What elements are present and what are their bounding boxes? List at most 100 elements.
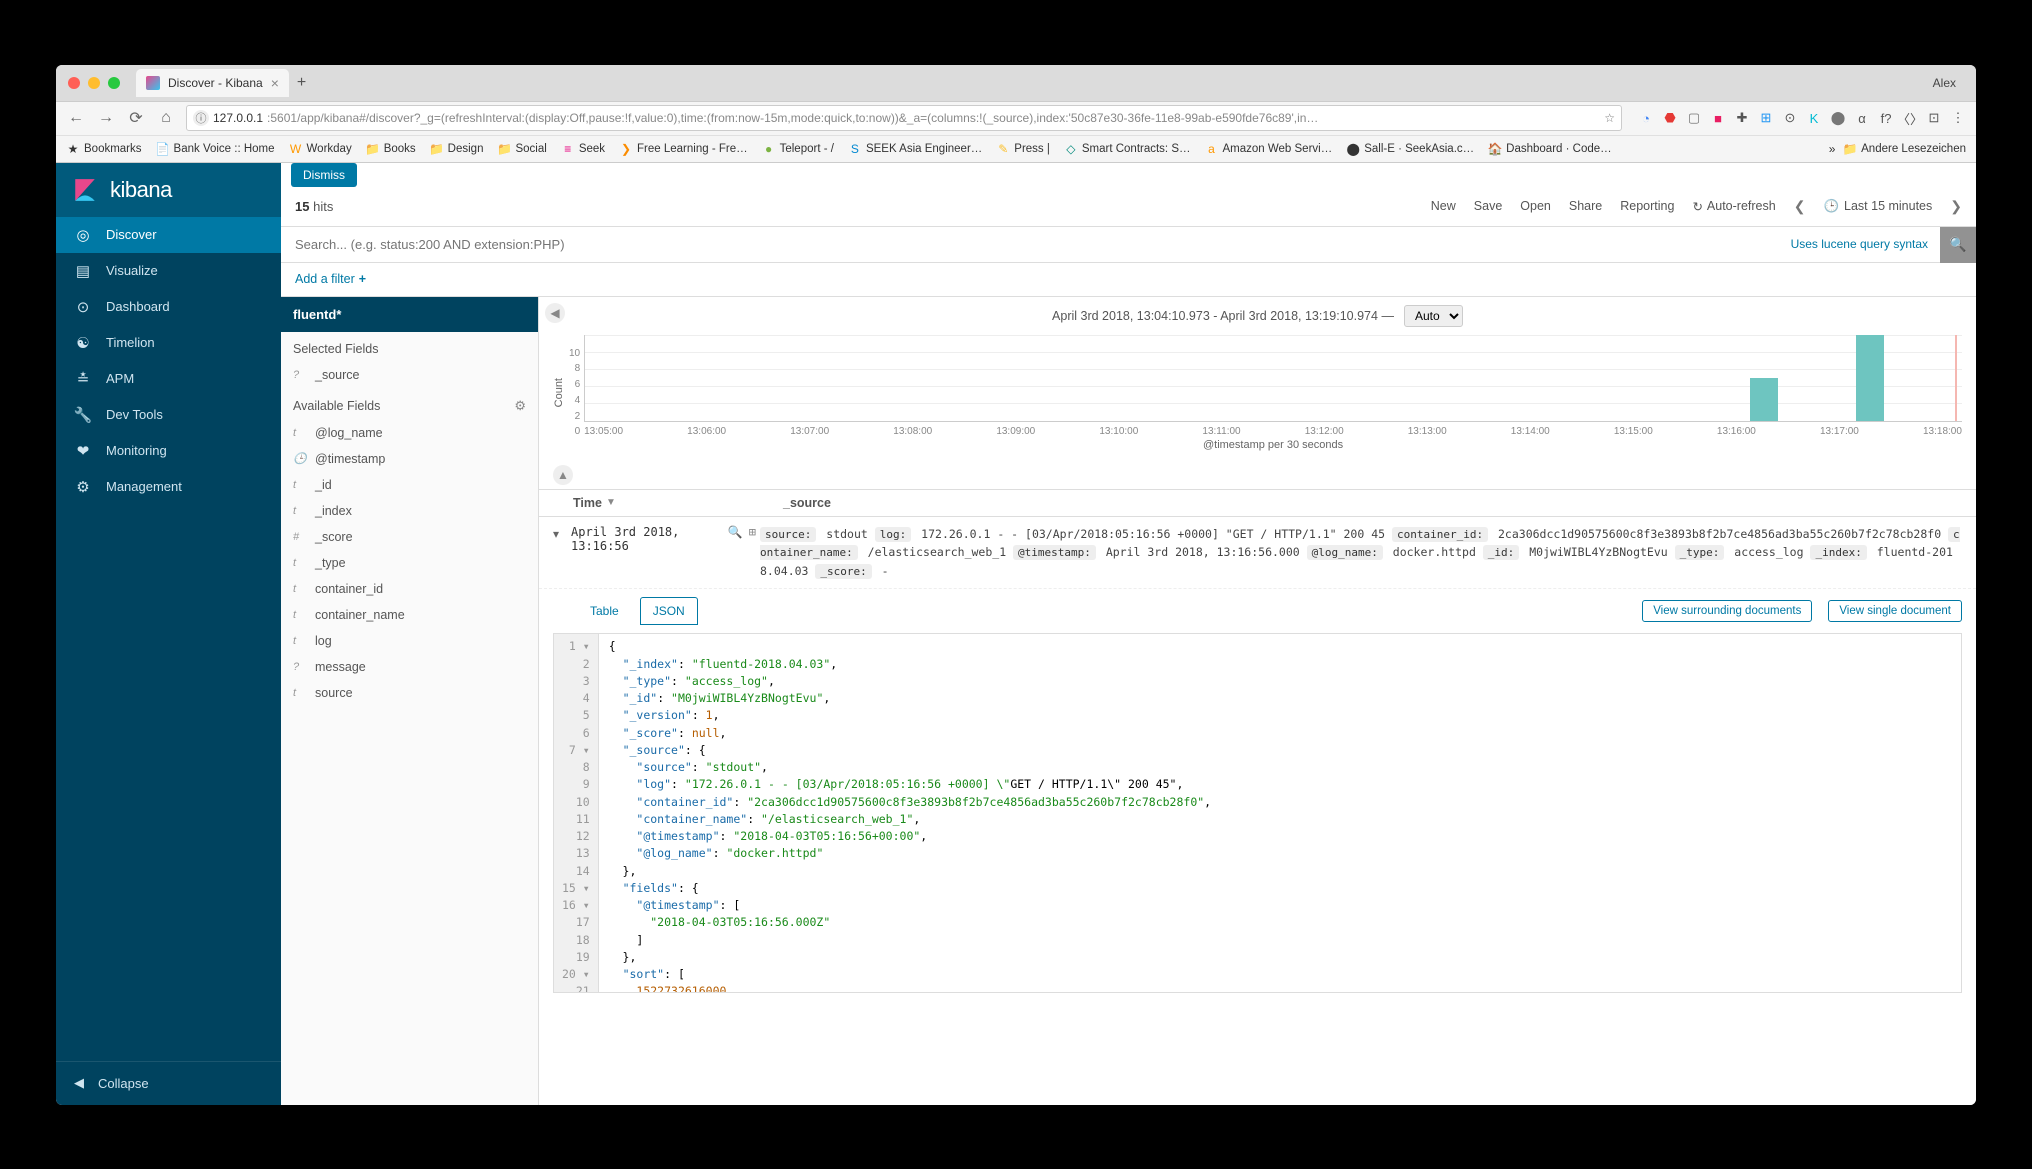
- next-range-icon[interactable]: ❯: [1950, 198, 1962, 215]
- field-item[interactable]: t_type: [281, 550, 538, 576]
- bookmark-item[interactable]: SSEEK Asia Engineer…: [848, 142, 982, 156]
- index-pattern-selector[interactable]: fluentd*: [281, 297, 538, 332]
- gear-icon[interactable]: ⚙: [514, 398, 526, 414]
- time-range[interactable]: 🕒Last 15 minutes: [1823, 199, 1932, 214]
- lucene-syntax-link[interactable]: Uses lucene query syntax: [1779, 227, 1940, 263]
- bookmark-item[interactable]: ≡Seek: [561, 142, 605, 156]
- collapse-fields-icon[interactable]: ◀: [545, 303, 565, 323]
- zoom-icon[interactable]: 🔍: [728, 525, 743, 539]
- heart-icon: ❤: [74, 442, 92, 460]
- tab-json[interactable]: JSON: [640, 597, 698, 625]
- bookmark-item[interactable]: ⬤Sall-E · SeekAsia.c…: [1346, 142, 1474, 156]
- maximize-window-icon[interactable]: [108, 77, 120, 89]
- col-header-time[interactable]: Time: [573, 496, 602, 510]
- collapse-sidebar[interactable]: ◀Collapse: [56, 1061, 281, 1105]
- sidebar-item-discover[interactable]: ◎Discover: [56, 217, 281, 253]
- dismiss-button[interactable]: Dismiss: [291, 163, 357, 187]
- address-bar[interactable]: ⓘ 127.0.0.1 :5601/app/kibana#/discover?_…: [186, 105, 1622, 131]
- bookmark-item[interactable]: ✎Press |: [996, 142, 1050, 156]
- profile-name[interactable]: Alex: [1933, 76, 1968, 90]
- action-reporting[interactable]: Reporting: [1620, 199, 1674, 213]
- sort-desc-icon[interactable]: ▼: [606, 497, 616, 508]
- timelion-icon: ☯: [74, 334, 92, 352]
- minimize-window-icon[interactable]: [88, 77, 100, 89]
- search-input[interactable]: [281, 227, 1779, 263]
- row-toggle-icon[interactable]: ▾: [553, 525, 567, 541]
- bookmark-item[interactable]: ●Teleport - /: [762, 142, 834, 156]
- row-source: source: stdout log: 172.26.0.1 - - [03/A…: [760, 525, 1962, 581]
- auto-refresh[interactable]: ↻Auto-refresh: [1692, 199, 1775, 214]
- histogram-chart[interactable]: Count 10 8 6 4 2 0: [539, 331, 1976, 461]
- bookmark-item[interactable]: 🏠Dashboard · Code…: [1488, 142, 1611, 156]
- action-save[interactable]: Save: [1474, 199, 1503, 213]
- bookmark-item[interactable]: 📄Bank Voice :: Home: [156, 142, 275, 156]
- sidebar-item-devtools[interactable]: 🔧Dev Tools: [56, 397, 281, 433]
- sidebar-item-dashboard[interactable]: ⊙Dashboard: [56, 289, 281, 325]
- field-item[interactable]: tcontainer_id: [281, 576, 538, 602]
- bookmark-item[interactable]: WWorkday: [289, 142, 352, 156]
- clock-icon: 🕒: [1823, 199, 1839, 214]
- url-host: 127.0.0.1: [213, 111, 263, 125]
- sidebar-item-visualize[interactable]: ▤Visualize: [56, 253, 281, 289]
- field-item[interactable]: t@log_name: [281, 420, 538, 446]
- site-info-icon[interactable]: ⓘ: [193, 110, 209, 126]
- x-axis-label: @timestamp per 30 seconds: [584, 439, 1962, 451]
- field-item[interactable]: t_index: [281, 498, 538, 524]
- bookmark-item[interactable]: ★Bookmarks: [66, 142, 142, 156]
- collapse-chart-icon[interactable]: ▲: [553, 465, 573, 485]
- wrench-icon: 🔧: [74, 406, 92, 424]
- back-icon[interactable]: ←: [66, 109, 86, 127]
- sidebar-item-management[interactable]: ⚙Management: [56, 469, 281, 505]
- field-item[interactable]: tsource: [281, 680, 538, 706]
- prev-range-icon[interactable]: ❮: [1794, 198, 1806, 215]
- kibana-logo[interactable]: kibana: [56, 163, 281, 217]
- table-row: ▾ April 3rd 2018, 13:16:56 🔍 ⊞ source: s…: [539, 517, 1976, 590]
- forward-icon[interactable]: →: [96, 109, 116, 127]
- bookmark-item[interactable]: aAmazon Web Servi…: [1205, 142, 1333, 156]
- bookmark-star-icon[interactable]: ☆: [1604, 111, 1615, 125]
- hits-count: 15 hits: [295, 199, 333, 214]
- col-header-source[interactable]: _source: [783, 496, 1962, 510]
- url-path: :5601/app/kibana#/discover?_g=(refreshIn…: [267, 111, 1318, 125]
- chart-range-label: April 3rd 2018, 13:04:10.973 - April 3rd…: [1052, 309, 1394, 323]
- field-item[interactable]: t_id: [281, 472, 538, 498]
- bookmark-item[interactable]: ◇Smart Contracts: S…: [1064, 142, 1191, 156]
- bookmark-item[interactable]: 📁Design: [430, 142, 484, 156]
- view-surrounding-button[interactable]: View surrounding documents: [1642, 600, 1812, 622]
- extensions-icons[interactable]: ◔ ⬣ ▢ ■ ✚ ⊞ ⊙ K ⬤ α f? 〈〉 ⊡ ⋮: [1638, 110, 1966, 126]
- new-tab-button[interactable]: +: [297, 74, 306, 92]
- other-bookmarks[interactable]: »📁Andere Lesezeichen: [1825, 142, 1966, 156]
- interval-select[interactable]: Auto: [1404, 305, 1463, 327]
- field-item[interactable]: tlog: [281, 628, 538, 654]
- bookmark-item[interactable]: 📁Books: [366, 142, 416, 156]
- action-open[interactable]: Open: [1520, 199, 1551, 213]
- dashboard-icon: ⊙: [74, 298, 92, 316]
- view-single-button[interactable]: View single document: [1828, 600, 1962, 622]
- field-item[interactable]: tcontainer_name: [281, 602, 538, 628]
- bookmark-item[interactable]: 📁Social: [497, 142, 546, 156]
- add-filter-link[interactable]: Add a filter+: [295, 272, 366, 286]
- reload-icon[interactable]: ⟳: [126, 108, 146, 128]
- field-item[interactable]: #_score: [281, 524, 538, 550]
- x-ticks: 13:05:0013:06:0013:07:0013:08:0013:09:00…: [584, 422, 1962, 437]
- close-window-icon[interactable]: [68, 77, 80, 89]
- action-new[interactable]: New: [1431, 199, 1456, 213]
- field-item[interactable]: ?_source: [281, 362, 538, 388]
- browser-tab[interactable]: Discover - Kibana ×: [136, 69, 289, 97]
- home-icon[interactable]: ⌂: [156, 109, 176, 127]
- column-toggle-icon[interactable]: ⊞: [749, 525, 756, 539]
- field-item[interactable]: 🕒@timestamp: [281, 446, 538, 472]
- kibana-favicon-icon: [146, 76, 160, 90]
- tab-table[interactable]: Table: [577, 597, 632, 625]
- sidebar-item-apm[interactable]: ≛APM: [56, 361, 281, 397]
- y-ticks: 10 8 6 4 2 0: [569, 348, 584, 438]
- search-button[interactable]: 🔍: [1940, 227, 1976, 263]
- action-share[interactable]: Share: [1569, 199, 1602, 213]
- bookmark-item[interactable]: ❯Free Learning - Fre…: [619, 142, 748, 156]
- field-item[interactable]: ?message: [281, 654, 538, 680]
- y-axis-label: Count: [553, 378, 565, 407]
- sidebar-item-monitoring[interactable]: ❤Monitoring: [56, 433, 281, 469]
- close-tab-icon[interactable]: ×: [271, 75, 279, 91]
- sidebar-item-timelion[interactable]: ☯Timelion: [56, 325, 281, 361]
- window-controls[interactable]: [64, 77, 128, 89]
